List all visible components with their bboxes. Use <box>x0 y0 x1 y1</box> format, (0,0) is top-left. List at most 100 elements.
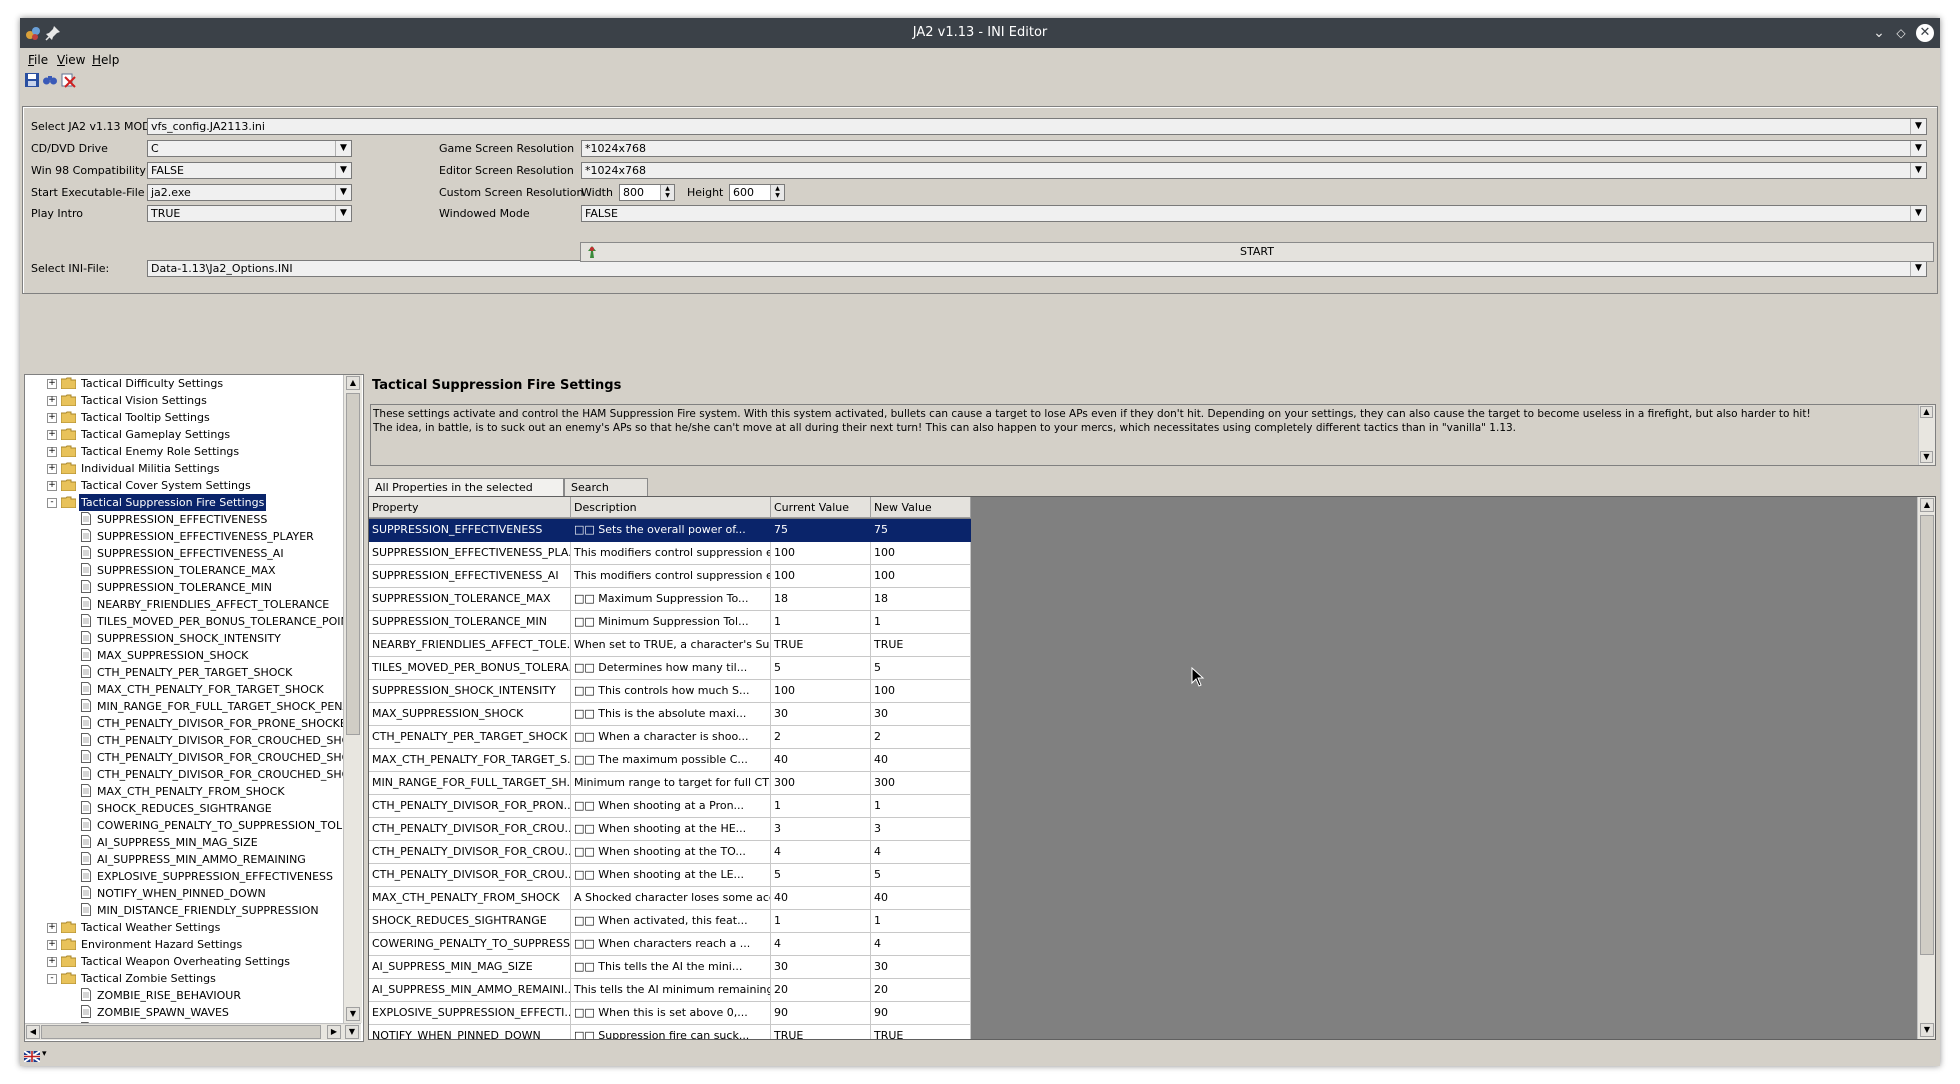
table-row[interactable]: MAX_CTH_PENALTY_FROM_SHOCK A Shocked char… <box>369 887 971 910</box>
expand-icon[interactable]: + <box>47 430 57 440</box>
cell-new-value[interactable]: 5 <box>871 657 971 680</box>
expand-icon[interactable]: + <box>47 923 57 933</box>
collapse-icon[interactable]: - <box>47 974 57 984</box>
tree-setting-node[interactable]: ZOMBIE_SPAWN_WAVES <box>25 1004 343 1021</box>
table-row[interactable]: CTH_PENALTY_DIVISOR_FOR_CROU... □□ When s… <box>369 864 971 887</box>
cell-new-value[interactable]: 40 <box>871 749 971 772</box>
expand-icon[interactable]: + <box>47 447 57 457</box>
cell-new-value[interactable]: 4 <box>871 933 971 956</box>
tree-setting-node[interactable]: MAX_CTH_PENALTY_FROM_SHOCK <box>25 783 343 800</box>
table-row[interactable]: SUPPRESSION_EFFECTIVENESS □□ Sets the ove… <box>369 519 971 542</box>
header-description[interactable]: Description <box>571 497 771 518</box>
cell-new-value[interactable]: 18 <box>871 588 971 611</box>
cell-new-value[interactable]: 3 <box>871 818 971 841</box>
editor-res-select[interactable]: *1024x768 ▼ <box>581 162 1927 179</box>
find-icon[interactable] <box>42 72 58 88</box>
tree-setting-node[interactable]: MIN_DISTANCE_FRIENDLY_SUPPRESSION <box>25 902 343 919</box>
expand-icon[interactable]: + <box>47 464 57 474</box>
tree-setting-node[interactable]: NOTIFY_WHEN_PINNED_DOWN <box>25 885 343 902</box>
cell-new-value[interactable]: 5 <box>871 864 971 887</box>
scroll-up-icon[interactable]: ▲ <box>346 376 360 390</box>
tree-setting-node[interactable]: AI_SUPPRESS_MIN_AMMO_REMAINING <box>25 851 343 868</box>
tree-setting-node[interactable]: MAX_SUPPRESSION_SHOCK <box>25 647 343 664</box>
chevron-down-icon[interactable]: ▼ <box>1910 119 1926 134</box>
tree-setting-node[interactable]: SUPPRESSION_SHOCK_INTENSITY <box>25 630 343 647</box>
scroll-down-icon[interactable]: ▼ <box>345 1025 359 1039</box>
tree-setting-node[interactable]: ZOMBIE_RISE_BEHAVIOUR <box>25 987 343 1004</box>
cell-new-value[interactable]: 100 <box>871 680 971 703</box>
tree-setting-node[interactable]: AI_SUPPRESS_MIN_MAG_SIZE <box>25 834 343 851</box>
cell-new-value[interactable]: 1 <box>871 910 971 933</box>
chevron-down-icon[interactable]: ▼ <box>1910 206 1926 221</box>
cell-new-value[interactable]: 100 <box>871 565 971 588</box>
tree-setting-node[interactable]: COWERING_PENALTY_TO_SUPPRESSION_TOLER/ <box>25 817 360 834</box>
collapse-icon[interactable]: - <box>47 498 57 508</box>
minimize-icon[interactable]: ⌄ <box>1868 22 1890 44</box>
tree-setting-node[interactable]: TILES_MOVED_PER_BONUS_TOLERANCE_POINT <box>25 613 355 630</box>
expand-icon[interactable]: + <box>47 396 57 406</box>
spin-arrows-icon[interactable]: ▲ ▼ <box>770 185 784 200</box>
settings-tree[interactable]: + Tactical Difficulty Settings + Tactical V… <box>24 374 364 1042</box>
cd-select[interactable]: C ▼ <box>147 140 352 157</box>
uk-flag-icon[interactable] <box>24 1051 40 1062</box>
description-scrollbar[interactable]: ▲ ▼ <box>1918 405 1935 465</box>
table-row[interactable]: AI_SUPPRESS_MIN_MAG_SIZE □□ This tells th… <box>369 956 971 979</box>
tree-folder-node[interactable]: + Tactical Weather Settings <box>25 919 343 936</box>
tree-setting-node[interactable]: SUPPRESSION_TOLERANCE_MIN <box>25 579 343 596</box>
tree-folder-node[interactable]: - Tactical Zombie Settings <box>25 970 343 987</box>
tree-folder-node[interactable]: + Tactical Cover System Settings <box>25 477 343 494</box>
expand-icon[interactable]: + <box>47 940 57 950</box>
table-row[interactable]: CTH_PENALTY_PER_TARGET_SHOCK □□ When a ch… <box>369 726 971 749</box>
expand-icon[interactable]: + <box>47 379 57 389</box>
menu-file[interactable]: File <box>28 53 48 67</box>
tree-folder-node[interactable]: + Individual Militia Settings <box>25 460 343 477</box>
table-row[interactable]: COWERING_PENALTY_TO_SUPPRESS... □□ When c… <box>369 933 971 956</box>
chevron-down-icon[interactable]: ▼ <box>1910 261 1926 276</box>
scroll-down-icon[interactable]: ▼ <box>1920 1023 1934 1037</box>
save-icon[interactable] <box>24 72 40 88</box>
tree-setting-node[interactable]: CTH_PENALTY_PER_TARGET_SHOCK <box>25 664 343 681</box>
table-row[interactable]: TILES_MOVED_PER_BONUS_TOLERA... □□ Determ… <box>369 657 971 680</box>
tree-setting-node[interactable]: CTH_PENALTY_DIVISOR_FOR_CROUCHED_SHOC <box>25 732 358 749</box>
chevron-down-icon[interactable]: ▼ <box>335 141 351 156</box>
table-row[interactable]: CTH_PENALTY_DIVISOR_FOR_CROU... □□ When s… <box>369 818 971 841</box>
table-row[interactable]: AI_SUPPRESS_MIN_AMMO_REMAINI... This tell… <box>369 979 971 1002</box>
cell-new-value[interactable]: 75 <box>871 519 971 542</box>
table-row[interactable]: SUPPRESSION_SHOCK_INTENSITY □□ This contr… <box>369 680 971 703</box>
expand-icon[interactable]: + <box>47 957 57 967</box>
tree-setting-node[interactable]: MIN_RANGE_FOR_FULL_TARGET_SHOCK_PENALT <box>25 698 361 715</box>
table-row[interactable]: EXPLOSIVE_SUPPRESSION_EFFECTI... □□ When … <box>369 1002 971 1025</box>
table-row[interactable]: NOTIFY_WHEN_PINNED_DOWN □□ Suppression fi… <box>369 1025 971 1039</box>
maximize-icon[interactable]: ◇ <box>1890 22 1912 44</box>
height-stepper[interactable]: 600 ▲ ▼ <box>729 184 785 201</box>
cell-new-value[interactable]: 1 <box>871 611 971 634</box>
table-row[interactable]: MIN_RANGE_FOR_FULL_TARGET_SH... Minimum r… <box>369 772 971 795</box>
width-stepper[interactable]: 800 ▲ ▼ <box>619 184 675 201</box>
table-row[interactable]: SUPPRESSION_TOLERANCE_MIN □□ Minimum Supp… <box>369 611 971 634</box>
close-icon[interactable]: ✕ <box>1916 24 1934 42</box>
title-bar[interactable]: JA2 v1.13 - INI Editor ⌄ ◇ ✕ <box>20 18 1940 48</box>
header-current-value[interactable]: Current Value <box>771 497 871 518</box>
spin-arrows-icon[interactable]: ▲ ▼ <box>660 185 674 200</box>
tree-hscrollbar[interactable]: ◀ ▶ ▼ <box>25 1023 361 1040</box>
tree-folder-node[interactable]: + Tactical Tooltip Settings <box>25 409 343 426</box>
game-res-select[interactable]: *1024x768 ▼ <box>581 140 1927 157</box>
cell-new-value[interactable]: 40 <box>871 887 971 910</box>
table-row[interactable]: SUPPRESSION_EFFECTIVENESS_PLA... This mod… <box>369 542 971 565</box>
tree-setting-node[interactable]: CTH_PENALTY_DIVISOR_FOR_CROUCHED_SHOC <box>25 749 358 766</box>
menu-view[interactable]: View <box>57 53 85 67</box>
tree-folder-node[interactable]: + Tactical Gameplay Settings <box>25 426 343 443</box>
tree-folder-node[interactable]: + Tactical Enemy Role Settings <box>25 443 343 460</box>
ini-select[interactable]: Data-1.13\Ja2_Options.INI ▼ <box>147 260 1927 277</box>
tree-setting-node[interactable]: SUPPRESSION_TOLERANCE_MAX <box>25 562 343 579</box>
tree-folder-node[interactable]: - Tactical Suppression Fire Settings <box>25 493 343 512</box>
cell-new-value[interactable]: 20 <box>871 979 971 1002</box>
windowed-select[interactable]: FALSE ▼ <box>581 205 1927 222</box>
scroll-down-icon[interactable]: ▼ <box>1920 451 1933 463</box>
cell-new-value[interactable]: 100 <box>871 542 971 565</box>
table-row[interactable]: SHOCK_REDUCES_SIGHTRANGE □□ When activate… <box>369 910 971 933</box>
reset-icon[interactable] <box>60 72 76 88</box>
cell-new-value[interactable]: TRUE <box>871 634 971 657</box>
scroll-down-icon[interactable]: ▼ <box>346 1007 360 1021</box>
chevron-down-icon[interactable]: ▼ <box>335 163 351 178</box>
